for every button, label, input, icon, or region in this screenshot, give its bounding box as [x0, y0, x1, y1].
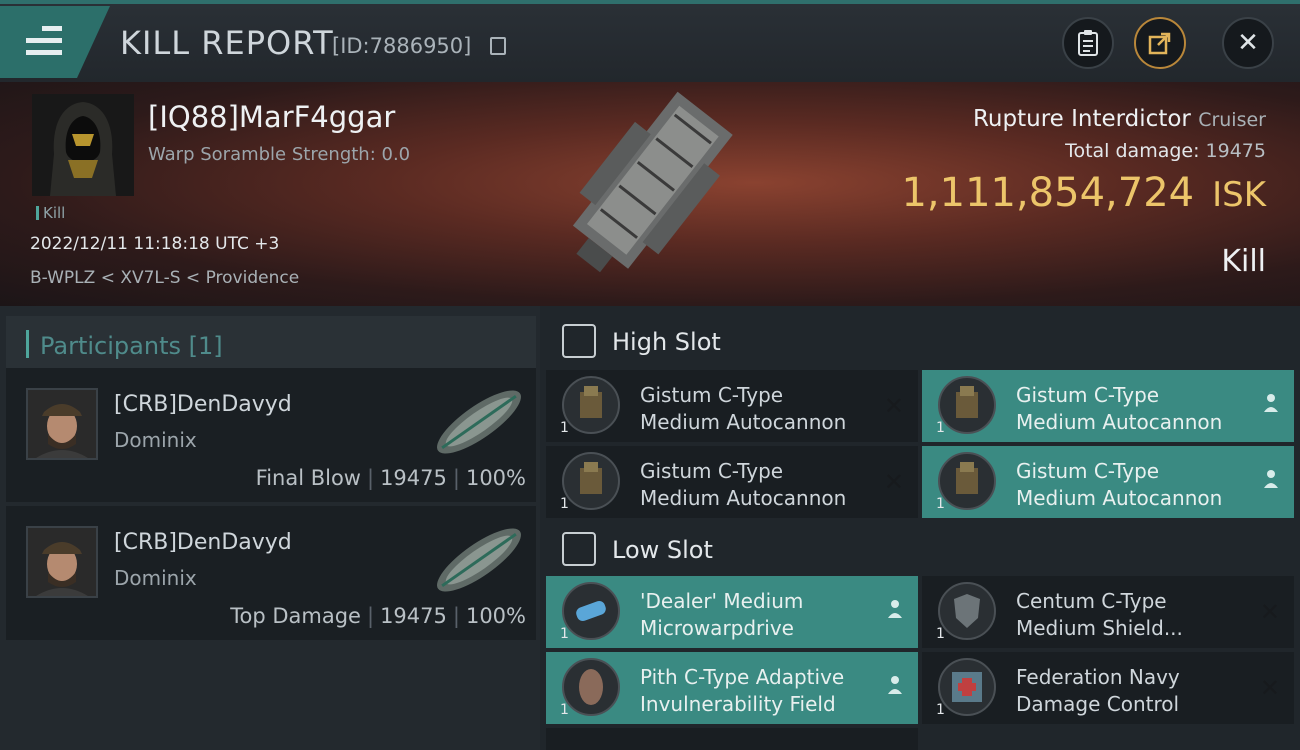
high-slot-icon — [562, 324, 596, 358]
low-slot-label: Low Slot — [612, 536, 713, 564]
module-quantity: 1 — [936, 626, 945, 642]
participant-avatar[interactable] — [26, 388, 98, 460]
close-button[interactable]: ✕ — [1222, 17, 1274, 69]
destroyed-icon: ✕ — [883, 468, 904, 496]
module-quantity: 1 — [560, 496, 569, 512]
kill-datetime: 2022/12/11 11:18:18 UTC +3 — [30, 234, 280, 254]
participant-row[interactable]: [CRB]DenDavyd Dominix Final Blow | 19475 | 1… — [6, 368, 536, 502]
module-name-line2: Medium Shield... — [1016, 616, 1183, 640]
autocannon-icon — [562, 452, 620, 510]
module-name-line1: Pith C-Type Adaptive — [640, 665, 845, 689]
module-item[interactable]: 1 Pith C-Type Adaptive Invulnerability F… — [546, 652, 918, 724]
autocannon-icon — [562, 376, 620, 434]
module-item[interactable]: 1 'Dealer' Medium Microwarpdrive — [546, 576, 918, 648]
participant-name: [CRB]DenDavyd — [114, 530, 292, 555]
shield-icon — [938, 582, 996, 640]
module-name-line1: Gistum C-Type — [640, 459, 784, 483]
victim-portrait-image — [32, 94, 134, 196]
module-item[interactable]: 1 Gistum C-Type Medium Autocannon — [922, 370, 1294, 442]
copy-icon[interactable] — [490, 37, 506, 55]
module-quantity: 1 — [560, 420, 569, 436]
low-slot-icon — [562, 532, 596, 566]
module-item[interactable]: 1 Gistum C-Type Medium Autocannon ✕ — [546, 446, 918, 518]
page-title: KILL REPORT — [120, 24, 334, 62]
participant-stats: Top Damage | 19475 | 100% — [230, 604, 526, 628]
fitting-panel: High Slot 1 Gistum C-Type Medium Autocan… — [540, 306, 1300, 750]
dropped-person-icon — [888, 676, 902, 694]
victim-ship-name: Rupture Interdictor Cruiser — [972, 106, 1266, 132]
report-id: [ID:7886950] — [332, 34, 472, 58]
autocannon-icon — [938, 452, 996, 510]
microwarpdrive-icon — [562, 582, 620, 640]
module-name-line2: Medium Autocannon — [1016, 410, 1223, 434]
module-quantity: 1 — [936, 702, 945, 718]
module-name-line2: Medium Autocannon — [640, 410, 847, 434]
kill-tag: Kill — [36, 204, 65, 222]
dropped-person-icon — [1264, 394, 1278, 412]
module-item[interactable]: 1 Gistum C-Type Medium Autocannon — [922, 446, 1294, 518]
high-slot-header: High Slot — [546, 310, 1300, 372]
module-item[interactable]: 1 Centum C-Type Medium Shield... ✕ — [922, 576, 1294, 648]
clipboard-button[interactable] — [1062, 17, 1114, 69]
module-name-line2: Medium Autocannon — [640, 486, 847, 510]
high-slot-label: High Slot — [612, 328, 721, 356]
participant-portrait-image — [28, 528, 96, 596]
kill-location: B-WPLZ < XV7L-S < Providence — [30, 268, 300, 288]
module-quantity: 1 — [936, 496, 945, 512]
module-name-line1: Centum C-Type — [1016, 589, 1167, 613]
victim-banner: [IQ88]MarF4ggar Warp Soramble Strength: … — [0, 82, 1300, 306]
module-name-line1: Gistum C-Type — [1016, 383, 1160, 407]
invulnerability-field-icon — [562, 658, 620, 716]
module-name-line2: Invulnerability Field — [640, 692, 836, 716]
participant-name: [CRB]DenDavyd — [114, 392, 292, 417]
autocannon-icon — [938, 376, 996, 434]
result-label: Kill — [1221, 244, 1266, 279]
isk-value: 1,111,854,724 ISK — [901, 170, 1266, 216]
participants-title: Participants [1] — [40, 332, 223, 360]
destroyed-icon: ✕ — [1259, 598, 1280, 626]
module-name-line2: Damage Control — [1016, 692, 1180, 716]
participant-ship: Dominix — [114, 428, 197, 452]
total-damage: Total damage: 19475 — [1065, 140, 1266, 162]
victim-avatar[interactable] — [32, 94, 134, 196]
hamburger-icon — [26, 26, 62, 62]
header-bar: KILL REPORT [ID:7886950] ✕ — [0, 4, 1300, 82]
module-item[interactable]: 1 Federation Navy Damage Control ✕ — [922, 652, 1294, 724]
module-name-line2: Microwarpdrive — [640, 616, 794, 640]
participant-portrait-image — [28, 390, 96, 458]
victim-name[interactable]: [IQ88]MarF4ggar — [148, 100, 395, 134]
menu-button[interactable] — [0, 6, 110, 78]
module-quantity: 1 — [560, 626, 569, 642]
share-icon — [1148, 32, 1171, 55]
low-slot-header: Low Slot — [546, 518, 1300, 580]
warp-scramble-strength: Warp Soramble Strength: 0.0 — [148, 144, 411, 165]
participants-panel: Participants [1] [CRB]DenDavyd Dominix F… — [0, 306, 540, 750]
participant-ship: Dominix — [114, 566, 197, 590]
participants-header[interactable]: Participants [1] — [6, 316, 536, 372]
module-name-line1: Federation Navy — [1016, 665, 1180, 689]
module-quantity: 1 — [560, 702, 569, 718]
victim-ship-image[interactable] — [540, 86, 760, 298]
dropped-person-icon — [1264, 470, 1278, 488]
share-button[interactable] — [1134, 17, 1186, 69]
participant-avatar[interactable] — [26, 526, 98, 598]
damage-control-icon — [938, 658, 996, 716]
participant-ship-image — [437, 390, 521, 454]
dropped-person-icon — [888, 600, 902, 618]
destroyed-icon: ✕ — [883, 392, 904, 420]
module-name-line1: Gistum C-Type — [640, 383, 784, 407]
module-name-line2: Medium Autocannon — [1016, 486, 1223, 510]
participant-row[interactable]: [CRB]DenDavyd Dominix Top Damage | 19475 | 1… — [6, 506, 536, 640]
participant-stats: Final Blow | 19475 | 100% — [255, 466, 526, 490]
module-item-partial[interactable] — [546, 728, 918, 750]
module-name-line1: 'Dealer' Medium — [640, 589, 804, 613]
clipboard-icon — [1078, 30, 1098, 56]
close-icon: ✕ — [1237, 28, 1259, 58]
participant-ship-image — [437, 528, 521, 592]
module-quantity: 1 — [936, 420, 945, 436]
module-item[interactable]: 1 Gistum C-Type Medium Autocannon ✕ — [546, 370, 918, 442]
destroyed-icon: ✕ — [1259, 674, 1280, 702]
module-name-line1: Gistum C-Type — [1016, 459, 1160, 483]
